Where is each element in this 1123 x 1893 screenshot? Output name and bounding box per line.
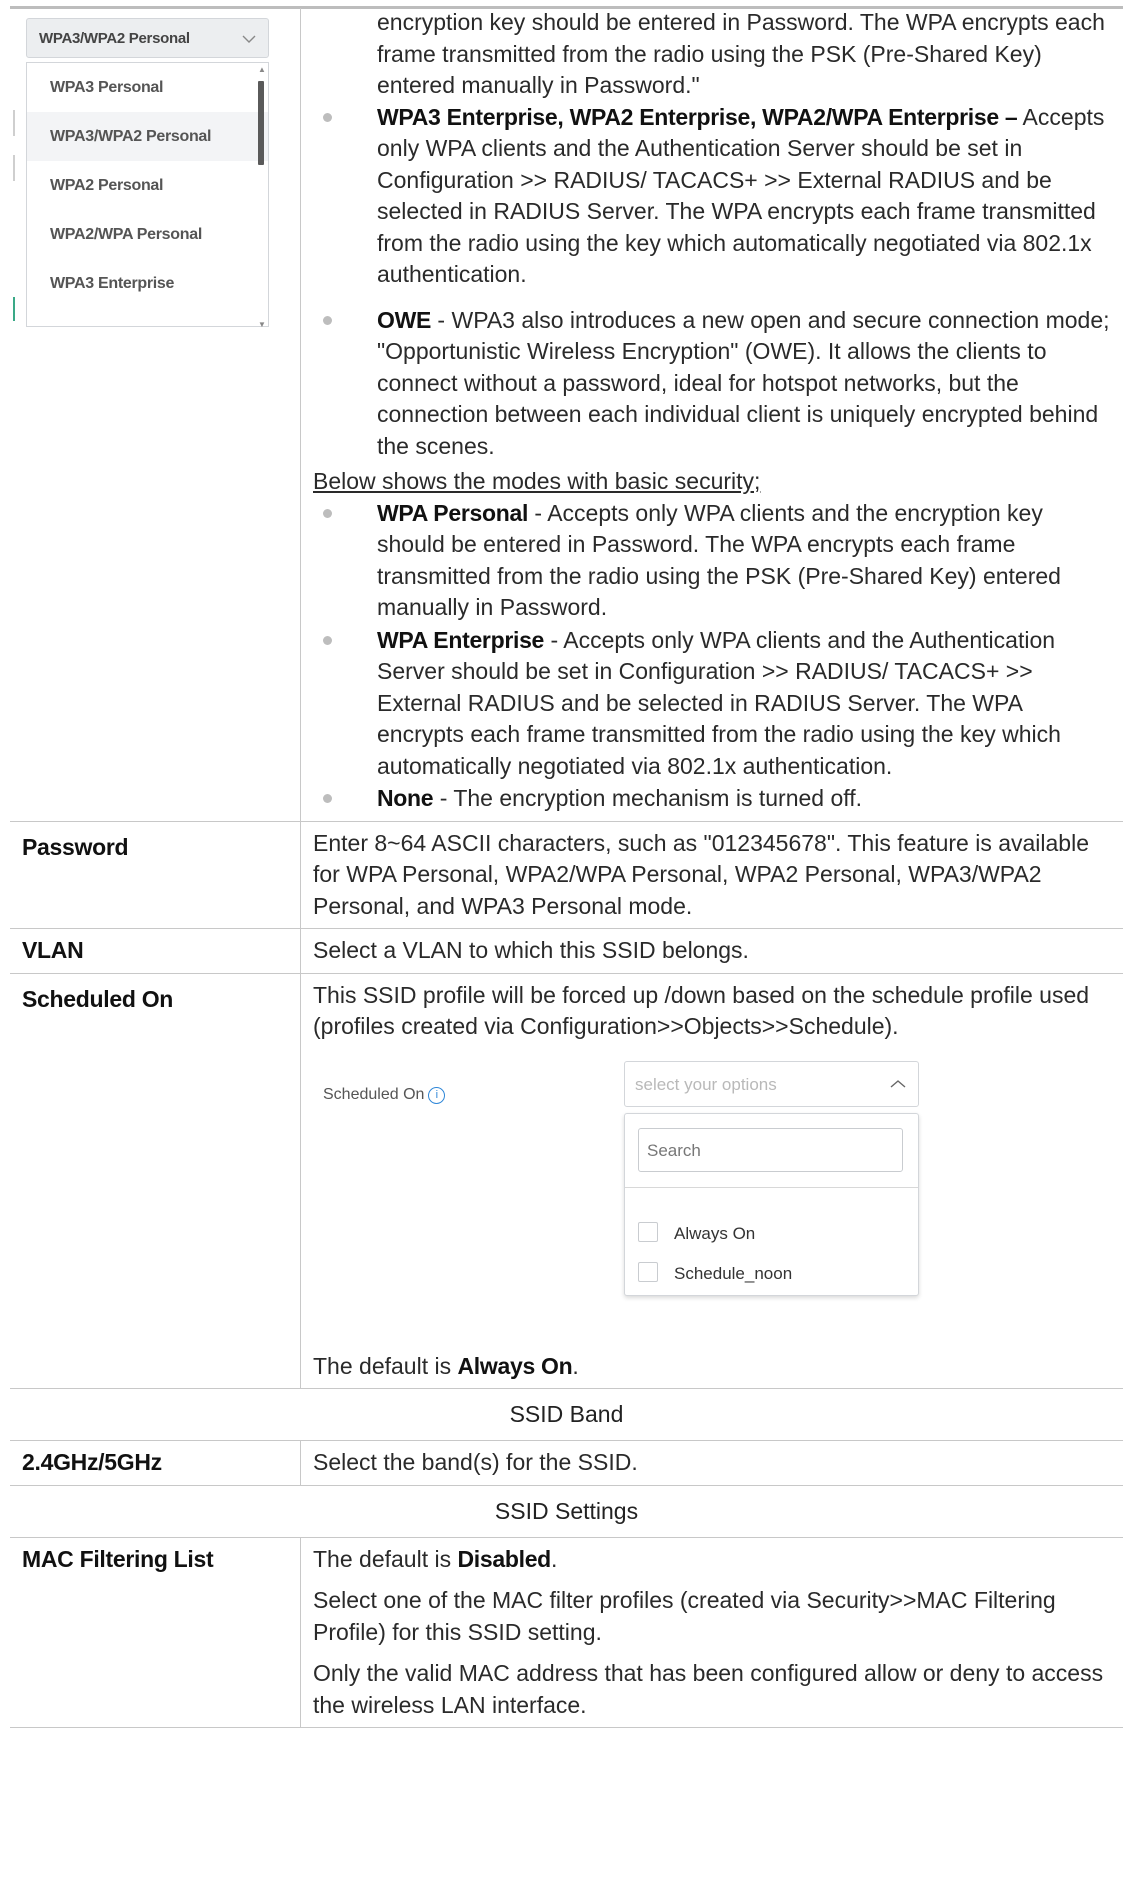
chevron-down-icon [242,19,256,59]
scroll-up-icon[interactable]: ▲ [258,65,266,74]
table-row: SSID Settings [10,1485,1123,1538]
bullet-icon [323,794,332,803]
selection-marker [13,297,15,321]
security-dropdown-screenshot: WPA3/WPA2 Personal WPA3 Personal WPA3/WP… [10,8,300,329]
dropdown-cell: WPA3/WPA2 Personal WPA3 Personal WPA3/WP… [10,8,301,822]
option-wpa3-enterprise[interactable]: WPA3 Enterprise [27,259,268,308]
option-wpa3-wpa2-personal[interactable]: WPA3/WPA2 Personal [27,112,268,161]
table-row: WPA3/WPA2 Personal WPA3 Personal WPA3/WP… [10,8,1123,822]
section-header-ssid-settings: SSID Settings [10,1485,1123,1538]
scroll-down-icon[interactable]: ▼ [258,320,266,329]
row-label-vlan: VLAN [10,928,301,974]
scrollbar[interactable]: ▲ ▼ [258,65,266,329]
row-desc-vlan: Select a VLAN to which this SSID belongs… [300,928,1123,974]
table-row: SSID Band [10,1388,1123,1441]
option-wpa3-personal[interactable]: WPA3 Personal [27,63,268,112]
info-icon[interactable]: i [428,1086,446,1104]
scrollbar-thumb[interactable] [258,81,264,165]
option-always-on[interactable]: Always On [638,1218,755,1250]
list-item: OWE - WPA3 also introduces a new open an… [313,305,1113,463]
security-options-list: WPA3 Personal WPA3/WPA2 Personal WPA2 Pe… [26,62,269,329]
bullet-icon [323,315,332,325]
security-description: encryption key should be entered in Pass… [300,8,1123,822]
table-row: MAC Filtering List The default is Disabl… [10,1537,1123,1728]
row-desc-scheduled-on: This SSID profile will be forced up /dow… [300,973,1123,1389]
table-row: Scheduled On This SSID profile will be f… [10,973,1123,1389]
list-item: WPA3 Enterprise, WPA2 Enterprise, WPA2/W… [313,102,1113,291]
document-page: WPA3/WPA2 Personal WPA3 Personal WPA3/WP… [10,0,1123,1893]
row-label-scheduled-on: Scheduled On [10,973,301,1389]
scheduled-on-label: Scheduled On i [323,1079,446,1111]
option-wpa2-wpa-personal[interactable]: WPA2/WPA Personal [27,210,268,259]
row-desc-band: Select the band(s) for the SSID. [300,1440,1123,1486]
scheduled-on-dropdown: Search Always On Schedule_noon [624,1112,919,1296]
settings-table: WPA3/WPA2 Personal WPA3 Personal WPA3/WP… [10,8,1123,1728]
row-label-password: Password [10,821,301,929]
scheduled-default-text: The default is Always On. [313,1352,579,1379]
table-row: 2.4GHz/5GHz Select the band(s) for the S… [10,1440,1123,1486]
list-item: WPA Enterprise - Accepts only WPA client… [313,625,1113,783]
option-wpa2-personal[interactable]: WPA2 Personal [27,161,268,210]
bullet-icon [323,508,332,518]
row-label-mac-filtering: MAC Filtering List [10,1537,301,1728]
bullet-icon [323,635,332,645]
chevron-up-icon [890,1062,906,1108]
option-schedule-noon[interactable]: Schedule_noon [638,1258,792,1290]
scheduled-on-widget-screenshot: Scheduled On i select your options Search… [313,1060,1113,1351]
table-row: VLAN Select a VLAN to which this SSID be… [10,928,1123,974]
checkbox[interactable] [638,1221,658,1242]
list-item: WPA Personal - Accepts only WPA clients … [313,498,1113,624]
row-desc-mac-filtering: The default is Disabled. Select one of t… [300,1537,1123,1728]
search-input[interactable]: Search [638,1127,903,1172]
basic-security-heading: Below shows the modes with basic securit… [313,468,761,494]
security-select[interactable]: WPA3/WPA2 Personal [26,18,269,58]
checkbox[interactable] [638,1261,658,1282]
row-desc-password: Enter 8~64 ASCII characters, such as "01… [300,821,1123,929]
section-header-ssid-band: SSID Band [10,1388,1123,1441]
list-item: None - The encryption mechanism is turne… [313,783,1113,815]
security-intro: encryption key should be entered in Pass… [377,9,1105,98]
bullet-icon [323,112,332,122]
scheduled-on-select[interactable]: select your options [624,1060,919,1108]
table-row: Password Enter 8~64 ASCII characters, su… [10,821,1123,929]
row-label-band: 2.4GHz/5GHz [10,1440,301,1486]
